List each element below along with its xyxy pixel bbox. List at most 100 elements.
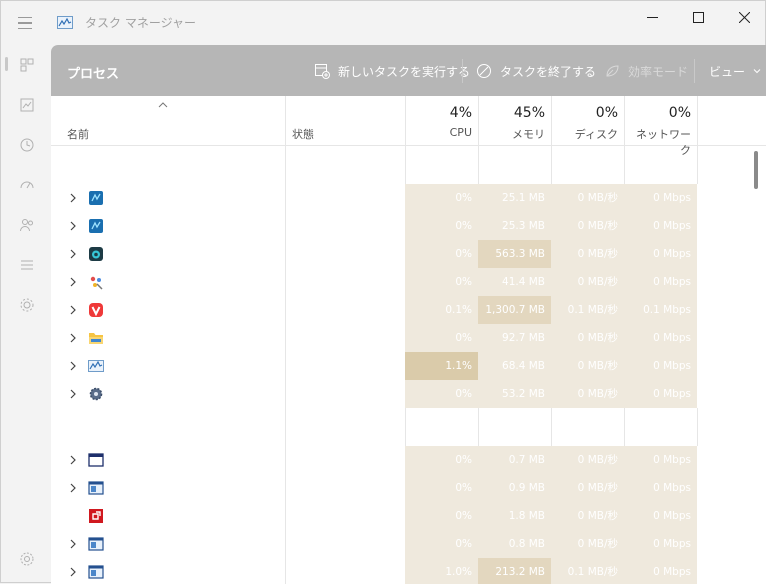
network-total: 0% <box>668 105 691 121</box>
cpu-cell: 0% <box>405 184 478 212</box>
net-cell: 0 Mbps <box>624 212 697 240</box>
mem-cell: 68.4 MB <box>478 352 551 380</box>
process-row[interactable]: 0% 0.9 MB 0 MB/秒 0 Mbps <box>51 474 751 502</box>
separator <box>462 59 463 83</box>
column-divider <box>624 96 625 146</box>
grid-line <box>405 408 406 446</box>
nav-item-details[interactable] <box>13 251 41 279</box>
column-cpu[interactable]: CPU <box>407 126 472 139</box>
column-name[interactable]: 名前 <box>67 126 89 142</box>
app-blue-icon <box>89 191 103 205</box>
grid-line <box>624 408 625 446</box>
disk-cell: 0 MB/秒 <box>551 268 624 296</box>
chevron-right-icon[interactable] <box>67 454 79 466</box>
process-row[interactable]: 0% 53.2 MB 0 MB/秒 0 Mbps <box>51 380 751 408</box>
column-disk[interactable]: ディスク <box>553 126 618 142</box>
nav-item-users[interactable] <box>13 211 41 239</box>
chevron-right-icon[interactable] <box>67 304 79 316</box>
minimize-icon <box>646 16 658 18</box>
grid-line <box>551 146 552 184</box>
efficiency-mode-button[interactable]: 効率モード <box>604 61 688 81</box>
details-icon <box>21 260 33 270</box>
disk-cell: 0 MB/秒 <box>551 380 624 408</box>
nav-item-app-history[interactable] <box>13 131 41 159</box>
grid-line <box>551 408 552 446</box>
minimize-button[interactable] <box>629 1 675 33</box>
close-button[interactable] <box>721 1 766 33</box>
process-row[interactable]: 1.0% 213.2 MB 0.1 MB/秒 0 Mbps <box>51 558 751 584</box>
chevron-right-icon[interactable] <box>67 220 79 232</box>
chevron-right-icon[interactable] <box>67 332 79 344</box>
paint-icon <box>90 276 103 290</box>
process-row[interactable]: 0% 0.8 MB 0 MB/秒 0 Mbps <box>51 530 751 558</box>
hamburger-menu-icon[interactable] <box>13 12 37 34</box>
process-row[interactable]: 0% 25.3 MB 0 MB/秒 0 Mbps <box>51 212 751 240</box>
vertical-scrollbar[interactable] <box>754 151 758 189</box>
cpu-cell: 0% <box>405 530 478 558</box>
net-cell: 0 Mbps <box>624 380 697 408</box>
chevron-right-icon[interactable] <box>67 360 79 372</box>
nav-item-settings[interactable] <box>13 545 41 573</box>
mem-cell: 92.7 MB <box>478 324 551 352</box>
chevron-right-icon[interactable] <box>67 192 79 204</box>
cpu-cell: 0% <box>405 240 478 268</box>
separator <box>694 59 695 83</box>
service-window-icon <box>88 537 104 551</box>
process-row[interactable]: 0% 0.7 MB 0 MB/秒 0 Mbps <box>51 446 751 474</box>
process-row[interactable]: 1.1% 68.4 MB 0 MB/秒 0 Mbps <box>51 352 751 380</box>
sort-ascending-icon[interactable] <box>158 101 168 109</box>
chevron-right-icon[interactable] <box>67 482 79 494</box>
process-row[interactable]: 0.1% 1,300.7 MB 0.1 MB/秒 0.1 Mbps <box>51 296 751 324</box>
process-row[interactable]: 0% 41.4 MB 0 MB/秒 0 Mbps <box>51 268 751 296</box>
title-bar: タスク マネージャー <box>1 1 766 45</box>
column-memory[interactable]: メモリ <box>480 126 545 142</box>
app-title: タスク マネージャー <box>85 16 196 30</box>
cpu-cell: 0% <box>405 446 478 474</box>
column-divider <box>285 96 286 146</box>
settings-app-icon <box>89 387 103 401</box>
maximize-button[interactable] <box>675 1 721 33</box>
net-cell: 0 Mbps <box>624 268 697 296</box>
column-divider <box>405 96 406 146</box>
cpu-cell: 0% <box>405 502 478 530</box>
net-cell: 0.1 Mbps <box>624 296 697 324</box>
nav-item-performance[interactable] <box>13 91 41 119</box>
view-dropdown[interactable]: ビュー <box>709 61 761 81</box>
task-manager-logo-icon <box>57 16 73 29</box>
process-row[interactable]: 0% 92.7 MB 0 MB/秒 0 Mbps <box>51 324 751 352</box>
chevron-right-icon[interactable] <box>67 538 79 550</box>
folder-icon <box>89 333 103 344</box>
history-icon <box>20 138 34 152</box>
net-cell: 0 Mbps <box>624 474 697 502</box>
nav-item-processes[interactable] <box>13 51 41 79</box>
disk-cell: 0 MB/秒 <box>551 474 624 502</box>
process-row[interactable]: 0% 1.8 MB 0 MB/秒 0 Mbps <box>51 502 751 530</box>
process-row[interactable]: 0% 25.1 MB 0 MB/秒 0 Mbps <box>51 184 751 212</box>
mem-cell: 1.8 MB <box>478 502 551 530</box>
cpu-cell: 0% <box>405 474 478 502</box>
chevron-down-icon <box>753 69 761 74</box>
grid-line <box>478 146 479 184</box>
disk-cell: 0 MB/秒 <box>551 324 624 352</box>
amd-icon <box>89 509 103 523</box>
chevron-right-icon[interactable] <box>67 566 79 578</box>
camera-icon <box>89 247 103 261</box>
column-divider <box>697 96 698 146</box>
task-manager-window: タスク マネージャー プロセス 新しいタスクを実行する タスクを終了する 効率モ… <box>0 0 766 584</box>
nav-item-services[interactable] <box>13 291 41 319</box>
disk-cell: 0 MB/秒 <box>551 446 624 474</box>
performance-icon <box>20 98 34 112</box>
end-task-button[interactable]: タスクを終了する <box>476 61 596 81</box>
chevron-right-icon[interactable] <box>67 388 79 400</box>
process-row[interactable]: 0% 563.3 MB 0 MB/秒 0 Mbps <box>51 240 751 268</box>
nav-item-startup[interactable] <box>13 171 41 199</box>
gear-icon <box>20 552 34 566</box>
net-cell: 0 Mbps <box>624 558 697 584</box>
chevron-right-icon[interactable] <box>67 276 79 288</box>
column-status[interactable]: 状態 <box>292 126 314 142</box>
service-window-icon <box>88 565 104 579</box>
task-manager-icon <box>88 360 104 372</box>
chevron-right-icon[interactable] <box>67 248 79 260</box>
run-new-task-button[interactable]: 新しいタスクを実行する <box>314 61 470 81</box>
maximize-icon <box>692 11 704 23</box>
